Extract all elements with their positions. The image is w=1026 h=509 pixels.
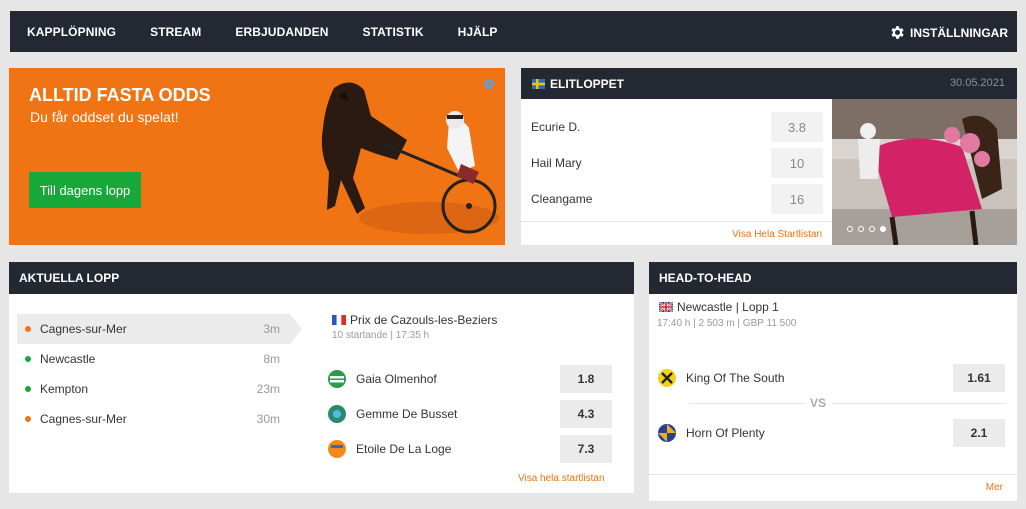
jersey-icon — [658, 424, 676, 442]
runner-name: Ecurie D. — [531, 120, 581, 134]
race-name: Cagnes-sur-Mer — [40, 412, 127, 426]
runner-name: Gemme De Busset — [356, 407, 458, 421]
h2h-runner-row: King Of The South 1.61 — [657, 364, 1005, 392]
settings-label: INSTÄLLNINGAR — [910, 25, 1008, 40]
show-startlist-link[interactable]: Visa Hela Startlistan — [732, 229, 822, 240]
race-name: Cagnes-sur-Mer — [40, 322, 127, 336]
versus-label: VS — [804, 396, 833, 410]
elitloppet-runner-row: Cleangame 16 — [531, 184, 823, 214]
nav-stream[interactable]: STREAM — [150, 25, 201, 39]
runner-name: Horn Of Plenty — [686, 426, 765, 440]
jersey-icon — [328, 370, 346, 388]
race-time: 3m — [263, 322, 280, 336]
odds-button[interactable]: 16 — [771, 184, 823, 214]
runner-name: Etoile De La Loge — [356, 442, 452, 456]
runner-name: Gaia Olmenhof — [356, 372, 437, 386]
head-to-head-title: HEAD-TO-HEAD — [649, 262, 1017, 294]
odds-button[interactable]: 1.61 — [953, 364, 1005, 392]
current-races-title: AKTUELLA LOPP — [9, 262, 634, 294]
race-list-item[interactable]: Cagnes-sur-Mer 30m — [17, 404, 290, 434]
h2h-race-name: Newcastle | Lopp 1 — [677, 300, 779, 314]
head-to-head-panel: HEAD-TO-HEAD Newcastle | Lopp 1 17:40 h … — [649, 262, 1017, 501]
nav-erbjudanden[interactable]: ERBJUDANDEN — [235, 25, 328, 39]
race-detail-title: Prix de Cazouls-les-Beziers — [332, 313, 497, 327]
vs-divider — [689, 403, 1006, 404]
promo-banner: ALLTID FASTA ODDS Du får oddset du spela… — [9, 68, 505, 245]
divider — [521, 221, 832, 222]
elitloppet-runner-row: Hail Mary 10 — [531, 148, 823, 178]
race-time: 8m — [263, 352, 280, 366]
h2h-race-title: Newcastle | Lopp 1 — [659, 300, 779, 314]
france-flag-icon — [332, 315, 346, 325]
carousel-dot[interactable] — [847, 226, 853, 232]
nav-statistik[interactable]: STATISTIK — [363, 25, 424, 39]
race-name: Kempton — [40, 382, 89, 396]
promo-title: ALLTID FASTA ODDS — [29, 85, 211, 105]
runner-row: Gemme De Busset 4.3 — [327, 400, 612, 428]
runner-name: Hail Mary — [531, 156, 582, 170]
more-link[interactable]: Mer — [986, 482, 1003, 493]
winner-photo-illustration — [832, 99, 1017, 245]
elitloppet-card: ELITLOPPET 30.05.2021 Ecurie D. 3.8 Hail… — [521, 68, 1017, 245]
race-list-item[interactable]: Kempton 23m — [17, 374, 290, 404]
sweden-flag-icon — [532, 78, 545, 89]
status-dot — [25, 416, 31, 422]
carousel-dot-active[interactable] — [880, 226, 886, 232]
uk-flag-icon — [659, 302, 673, 312]
runner-name: Cleangame — [531, 192, 593, 206]
status-dot — [25, 326, 31, 332]
race-time: 23m — [256, 382, 280, 396]
settings-button[interactable]: INSTÄLLNINGAR — [889, 24, 1008, 41]
carousel-dot[interactable] — [858, 226, 864, 232]
race-name: Newcastle — [40, 352, 96, 366]
promo-subtitle: Du får oddset du spelat! — [30, 109, 179, 125]
race-list-item[interactable]: Newcastle 8m — [17, 344, 290, 374]
race-detail-name: Prix de Cazouls-les-Beziers — [350, 313, 498, 327]
race-list-item[interactable]: Cagnes-sur-Mer 3m — [17, 314, 302, 344]
odds-button[interactable]: 4.3 — [560, 400, 612, 428]
elitloppet-title: ELITLOPPET — [550, 76, 625, 91]
winner-photo — [832, 99, 1017, 245]
harness-horse-illustration — [321, 82, 499, 234]
h2h-runner-row: Horn Of Plenty 2.1 — [657, 419, 1005, 447]
runner-name: King Of The South — [686, 371, 785, 385]
odds-button[interactable]: 1.8 — [560, 365, 612, 393]
carousel-dots — [847, 226, 891, 232]
race-time: 30m — [256, 412, 280, 426]
h2h-race-info: 17:40 h | 2 503 m | GBP 11 500 — [657, 318, 797, 329]
jersey-icon — [328, 405, 346, 423]
todays-races-button[interactable]: Till dagens lopp — [29, 172, 141, 208]
odds-button[interactable]: 3.8 — [771, 112, 823, 142]
odds-button[interactable]: 2.1 — [953, 419, 1005, 447]
carousel-dot[interactable] — [869, 226, 875, 232]
nav-hjalp[interactable]: HJÄLP — [458, 25, 498, 39]
divider — [649, 474, 1017, 475]
current-races-panel: AKTUELLA LOPP Cagnes-sur-Mer 3m Newcastl… — [9, 262, 634, 493]
elitloppet-header: ELITLOPPET 30.05.2021 — [521, 68, 1017, 99]
runner-row: Gaia Olmenhof 1.8 — [327, 365, 612, 393]
top-navigation: KAPPLÖPNING STREAM ERBJUDANDEN STATISTIK… — [10, 11, 1017, 52]
race-detail-info: 10 startande | 17:35 h — [332, 330, 430, 341]
show-startlist-link[interactable]: Visa hela startlistan — [518, 473, 605, 484]
elitloppet-date: 30.05.2021 — [949, 77, 1005, 89]
status-dot — [25, 386, 31, 392]
gear-icon — [891, 26, 904, 39]
odds-button[interactable]: 10 — [771, 148, 823, 178]
elitloppet-runner-row: Ecurie D. 3.8 — [531, 112, 823, 142]
status-dot — [25, 356, 31, 362]
jersey-icon — [658, 369, 676, 387]
jersey-icon — [328, 440, 346, 458]
settings-gear-icon — [484, 79, 494, 89]
nav-kapplopning[interactable]: KAPPLÖPNING — [27, 25, 116, 39]
runner-row: Etoile De La Loge 7.3 — [327, 435, 612, 463]
odds-button[interactable]: 7.3 — [560, 435, 612, 463]
